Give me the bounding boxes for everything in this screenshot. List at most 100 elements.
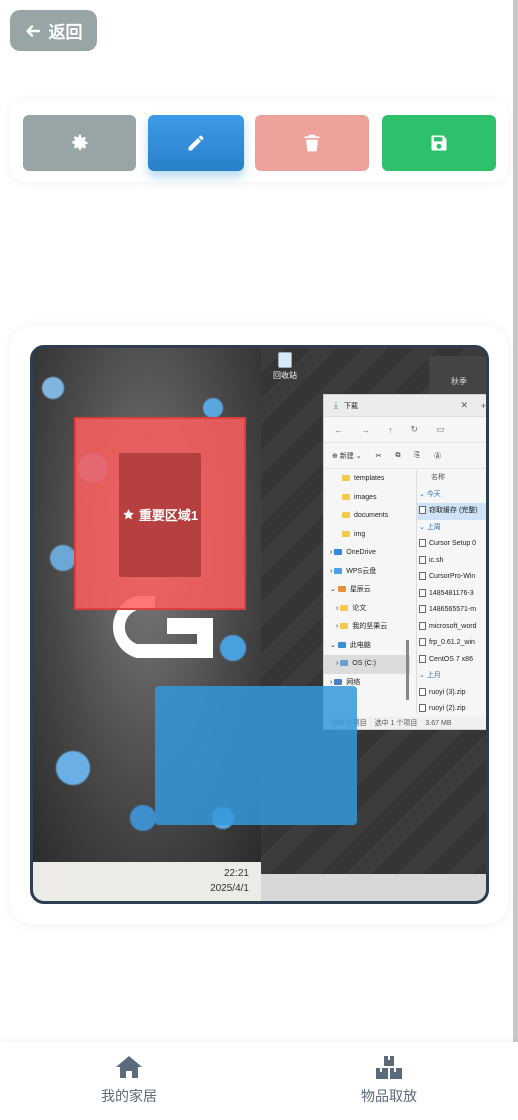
folder-icon: [337, 586, 346, 593]
recycle-bin-label: 回收站: [273, 371, 297, 380]
important-zone-1[interactable]: 重要区域1: [74, 417, 246, 610]
list-item: CentOS 7 x86: [417, 652, 486, 669]
computer-icon: [337, 641, 346, 648]
explorer-title: 下载: [343, 402, 358, 410]
sidebar-item-label: 此电脑: [349, 641, 371, 649]
recycle-bin-icon: [278, 352, 292, 368]
sidebar-item-label: 网络: [346, 678, 361, 686]
file-name: Cursor Setup 0: [429, 540, 477, 547]
sidebar-item: images: [324, 489, 410, 508]
file-name: ic.sh: [429, 556, 444, 564]
file-icon: [419, 555, 426, 564]
nav-item-label: 我的家居: [101, 1088, 157, 1104]
bottom-nav: 我的家居 物品取放: [0, 1042, 518, 1120]
sidebar-item-label: 论文: [352, 604, 367, 612]
group-label: 上月: [426, 672, 441, 679]
clock-date: 2025/4/1: [210, 883, 249, 894]
folder-icon: [342, 475, 350, 482]
file-icon: [419, 704, 426, 713]
forward-arrow-icon: →: [361, 424, 370, 435]
sidebar-item-label: templates: [354, 475, 385, 482]
page-scrollbar[interactable]: [513, 0, 518, 1045]
settings-button[interactable]: [23, 115, 136, 171]
zone-2[interactable]: [155, 686, 357, 825]
paste-icon: ⎘: [414, 451, 421, 459]
group-header: ⌄ 上月: [419, 672, 441, 679]
group-label: 上周: [426, 523, 441, 531]
group-header: ⌄ 今天: [419, 490, 441, 498]
sidebar-item: templates: [324, 470, 410, 489]
file-name: 窃取缓存 (完整): [429, 507, 478, 514]
sidebar-item-label: WPS云盘: [346, 567, 377, 575]
trash-icon: [304, 134, 320, 152]
rename-icon: Ⓐ: [434, 452, 442, 460]
pencil-icon: [188, 135, 204, 151]
sidebar-item-label: documents: [354, 512, 389, 519]
sidebar-item: img: [324, 526, 410, 545]
close-icon: ✕: [460, 400, 468, 410]
file-name: CursorPro-Win: [429, 573, 476, 580]
explorer-sidebar: templates images documents img › OneDriv…: [324, 470, 410, 714]
folder-icon: [340, 604, 349, 611]
list-item: frp_0.61.2_win: [417, 635, 486, 652]
file-icon: [419, 621, 426, 630]
cloud-icon: [334, 549, 343, 556]
file-name: microsoft_word: [429, 622, 477, 630]
column-header: 名称: [431, 474, 445, 481]
folder-icon: [342, 512, 350, 519]
save-button[interactable]: [382, 115, 496, 171]
folder-icon: [342, 493, 350, 500]
sidebar-item-label: img: [354, 530, 366, 538]
list-item: 1485481176-3: [417, 586, 486, 603]
floppy-disk-icon: [431, 135, 447, 151]
file-name: ruoyi (2).zip: [429, 705, 466, 712]
file-explorer-window: ⤓ 下载 ✕ + ← → ↑ ↻ ▭ ⊕ 新建 ⌄ ✂ ⧉ ⎘ Ⓐ templa…: [323, 394, 486, 730]
explorer-titlebar: ⤓ 下载 ✕: [324, 395, 486, 417]
home-icon: [116, 1056, 142, 1078]
file-name: 1486565571-m: [429, 606, 477, 613]
delete-button[interactable]: [255, 115, 369, 171]
file-icon: [419, 654, 426, 663]
nav-item-items[interactable]: 物品取放: [329, 1054, 449, 1106]
folder-icon: [342, 530, 350, 537]
folder-icon: [340, 623, 349, 630]
nav-item-home[interactable]: 我的家居: [69, 1054, 189, 1106]
taskbar: 22:21 2025/4/1: [33, 862, 261, 901]
zone-label-text: 重要区域1: [138, 508, 199, 523]
drive-icon: [340, 660, 349, 667]
screenshot-preview[interactable]: 回收站 秋季 ⤓ 下载 ✕ + ← → ↑ ↻ ▭ ⊕ 新建 ⌄ ✂ ⧉ ⎘ Ⓐ…: [30, 345, 489, 904]
file-icon: [419, 572, 426, 581]
gear-icon: [71, 134, 87, 151]
sidebar-item-label: images: [354, 493, 377, 501]
recycle-bin-desktop-icon: 回收站: [273, 352, 297, 381]
sidebar-item-label: 我的坚果云: [352, 623, 388, 630]
group-header: ⌄ 上周: [419, 523, 441, 531]
file-icon: [419, 539, 426, 548]
monitor-icon: ▭: [436, 424, 445, 434]
sidebar-item: documents: [324, 507, 410, 526]
group-label: 今天: [426, 490, 441, 498]
desktop-folder-icon: 秋季: [429, 356, 486, 394]
file-name: 1485481176-3: [429, 589, 474, 597]
back-button[interactable]: 返回: [10, 10, 97, 51]
file-name: frp_0.61.2_win: [429, 639, 475, 646]
network-icon: [334, 678, 343, 685]
sidebar-item: › 我的坚果云: [336, 623, 388, 630]
sidebar-item: › OneDrive: [330, 549, 376, 556]
list-item: 窃取缓存 (完整): [417, 503, 486, 520]
file-icon: [419, 605, 426, 614]
sidebar-item-label: OS (C:): [352, 660, 377, 667]
sidebar-item-label: OneDrive: [346, 549, 376, 556]
file-icon: [419, 588, 426, 597]
clock-time: 22:21: [223, 868, 249, 879]
list-item: Cursor Setup 0: [417, 536, 486, 553]
sidebar-item: › WPS云盘: [330, 567, 377, 575]
list-item: 1486565571-m: [417, 602, 486, 619]
arrow-left-icon: [25, 24, 40, 37]
sidebar-item: › OS (C:): [324, 655, 410, 674]
up-arrow-icon: ↑: [388, 424, 393, 435]
desktop-folder-label: 秋季: [451, 377, 467, 386]
taskbar-right: [261, 874, 486, 901]
refresh-icon: ↻: [410, 424, 419, 434]
edit-button[interactable]: [148, 115, 244, 171]
